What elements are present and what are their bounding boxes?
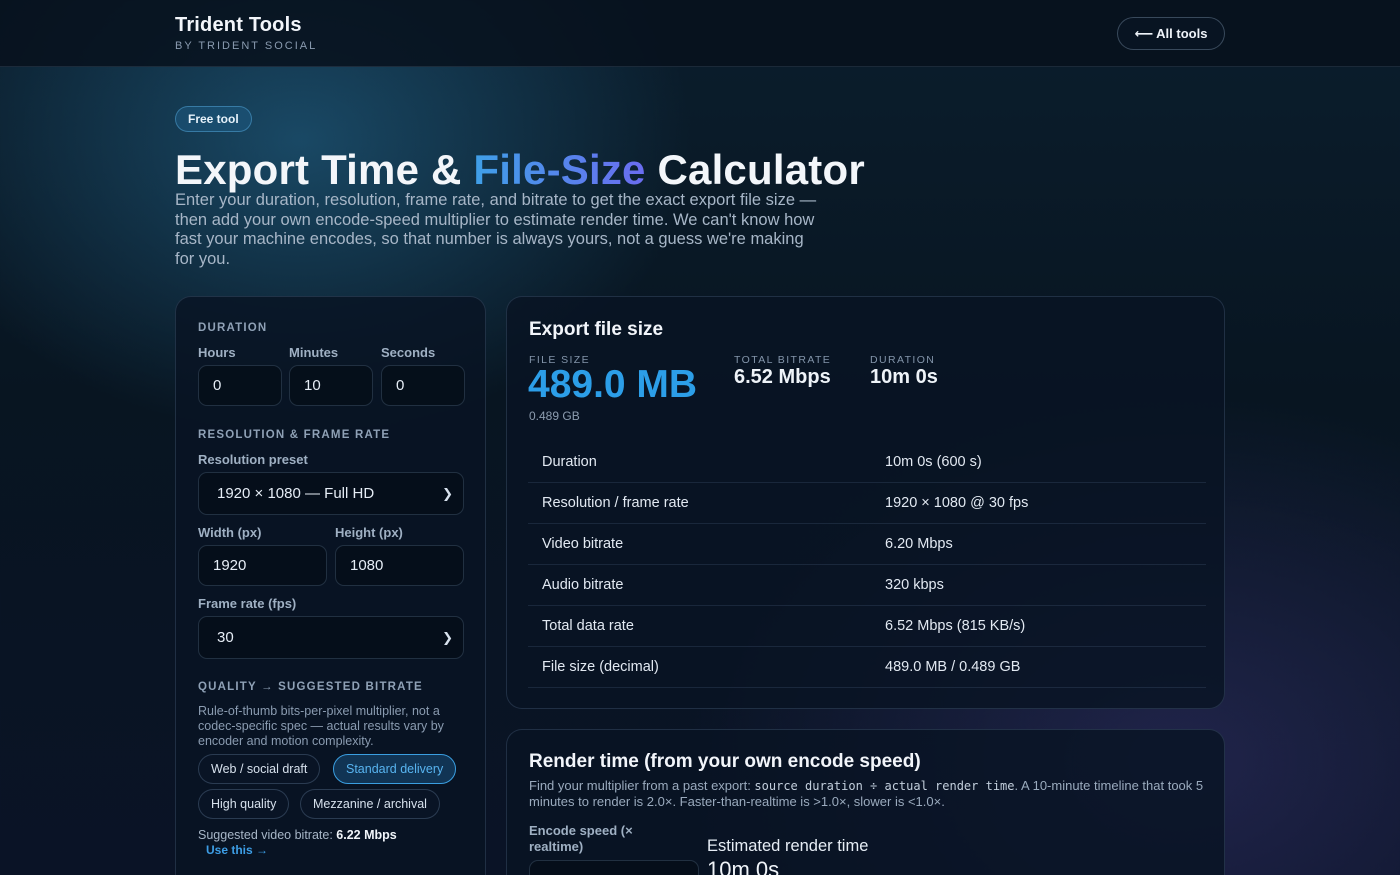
row-key: Duration [542, 454, 597, 470]
resolution-preset-label: Resolution preset [198, 452, 308, 467]
minutes-label: Minutes [289, 345, 339, 360]
chip-standard-delivery[interactable]: Standard delivery [333, 754, 457, 784]
render-description: Find your multiplier from a past export:… [529, 778, 1209, 809]
duration-stat-value: 10m 0s [870, 366, 938, 388]
top-bar: Trident Tools BY TRIDENT SOCIAL ⟵ All to… [0, 0, 1400, 67]
encode-speed-input[interactable] [529, 860, 699, 875]
table-row: Duration 10m 0s (600 s) [528, 442, 1206, 483]
page-title: Export Time & File-Size Calculator [175, 146, 865, 194]
row-key: Video bitrate [542, 536, 624, 552]
frame-rate-label: Frame rate (fps) [198, 596, 297, 611]
row-value: 320 kbps [885, 577, 944, 593]
render-desc-formula: source duration ÷ actual render time [754, 779, 1015, 793]
width-label: Width (px) [198, 525, 262, 540]
export-details-table: Duration 10m 0s (600 s) Resolution / fram… [528, 442, 1206, 688]
estimated-render-label: Estimated render time [707, 837, 869, 855]
total-bitrate-value: 6.52 Mbps [734, 366, 831, 388]
suggested-bitrate-prefix: Suggested video bitrate: [198, 828, 337, 842]
table-row: Video bitrate 6.20 Mbps [528, 524, 1206, 565]
chip-high-quality[interactable]: High quality [198, 789, 290, 819]
row-key: Resolution / frame rate [542, 495, 689, 511]
resolution-preset-value: 1920 × 1080 — Full HD [217, 485, 375, 502]
duration-section-label: DURATION [198, 322, 268, 334]
hours-label: Hours [198, 345, 236, 360]
title-part-2: Calculator [645, 146, 865, 193]
height-input[interactable]: 1080 [335, 545, 464, 586]
table-row: File size (decimal) 489.0 MB / 0.489 GB [528, 647, 1206, 688]
row-value: 6.52 Mbps (815 KB/s) [885, 618, 1026, 634]
table-row: Audio bitrate 320 kbps [528, 565, 1206, 606]
table-row: Total data rate 6.52 Mbps (815 KB/s) [528, 606, 1206, 647]
row-value: 10m 0s (600 s) [885, 454, 982, 470]
arrow-left-icon: ⟵ [1134, 25, 1154, 41]
row-key: Total data rate [542, 618, 634, 634]
free-tool-badge: Free tool [175, 106, 252, 132]
use-this-link[interactable]: Use this → [206, 843, 268, 857]
minutes-input[interactable]: 10 [289, 365, 373, 406]
seconds-input[interactable]: 0 [381, 365, 465, 406]
row-value: 6.20 Mbps [885, 536, 953, 552]
brand-subtitle: BY TRIDENT SOCIAL [175, 40, 318, 52]
frame-rate-value: 30 [217, 629, 234, 646]
chevron-down-icon: ❯ [442, 629, 453, 645]
encode-speed-label: Encode speed (× realtime) [529, 823, 633, 854]
suggested-bitrate-value: 6.22 Mbps [336, 828, 397, 842]
all-tools-button[interactable]: ⟵ All tools [1117, 17, 1225, 50]
file-size-gb: 0.489 GB [529, 409, 580, 423]
row-value: 489.0 MB / 0.489 GB [885, 659, 1021, 675]
seconds-label: Seconds [381, 345, 436, 360]
row-key: Audio bitrate [542, 577, 624, 593]
chip-mezzanine-archival[interactable]: Mezzanine / archival [300, 789, 440, 819]
all-tools-label: All tools [1156, 26, 1208, 41]
chevron-down-icon: ❯ [442, 485, 453, 501]
hours-input[interactable]: 0 [198, 365, 282, 406]
quality-section-label: QUALITY → SUGGESTED BITRATE [198, 681, 423, 693]
total-bitrate-label: TOTAL BITRATE [734, 354, 832, 366]
height-label: Height (px) [335, 525, 403, 540]
resolution-preset-select[interactable]: 1920 × 1080 — Full HD ❯ [198, 472, 464, 515]
frame-rate-select[interactable]: 30 ❯ [198, 616, 464, 659]
row-value: 1920 × 1080 @ 30 fps [885, 495, 1029, 511]
page-description: Enter your duration, resolution, frame r… [175, 191, 817, 268]
render-time-card: Render time (from your own encode speed)… [506, 729, 1225, 875]
width-input[interactable]: 1920 [198, 545, 327, 586]
render-desc-prefix: Find your multiplier from a past export: [529, 778, 755, 793]
brand-title[interactable]: Trident Tools [175, 14, 302, 37]
title-part-1: Export Time & [175, 146, 474, 193]
export-card-title: Export file size [529, 319, 664, 340]
estimated-render-value: 10m 0s [707, 857, 780, 875]
row-key: File size (decimal) [542, 659, 659, 675]
title-accent: File-Size [473, 146, 646, 193]
resolution-section-label: RESOLUTION & FRAME RATE [198, 429, 391, 441]
suggested-bitrate: Suggested video bitrate: 6.22 Mbps [198, 828, 397, 842]
quality-help-text: Rule-of-thumb bits-per-pixel multiplier,… [198, 704, 444, 748]
chip-web-social-draft[interactable]: Web / social draft [198, 754, 321, 784]
table-row: Resolution / frame rate 1920 × 1080 @ 30 … [528, 483, 1206, 524]
render-card-title: Render time (from your own encode speed) [529, 751, 921, 772]
file-size-value: 489.0 MB [528, 363, 698, 406]
duration-stat-label: DURATION [870, 354, 936, 366]
export-file-size-card: Export file size FILE SIZE 489.0 MB 0.48… [506, 296, 1225, 709]
inputs-card: DURATION Hours Minutes Seconds 0 10 0 RE… [175, 296, 486, 875]
